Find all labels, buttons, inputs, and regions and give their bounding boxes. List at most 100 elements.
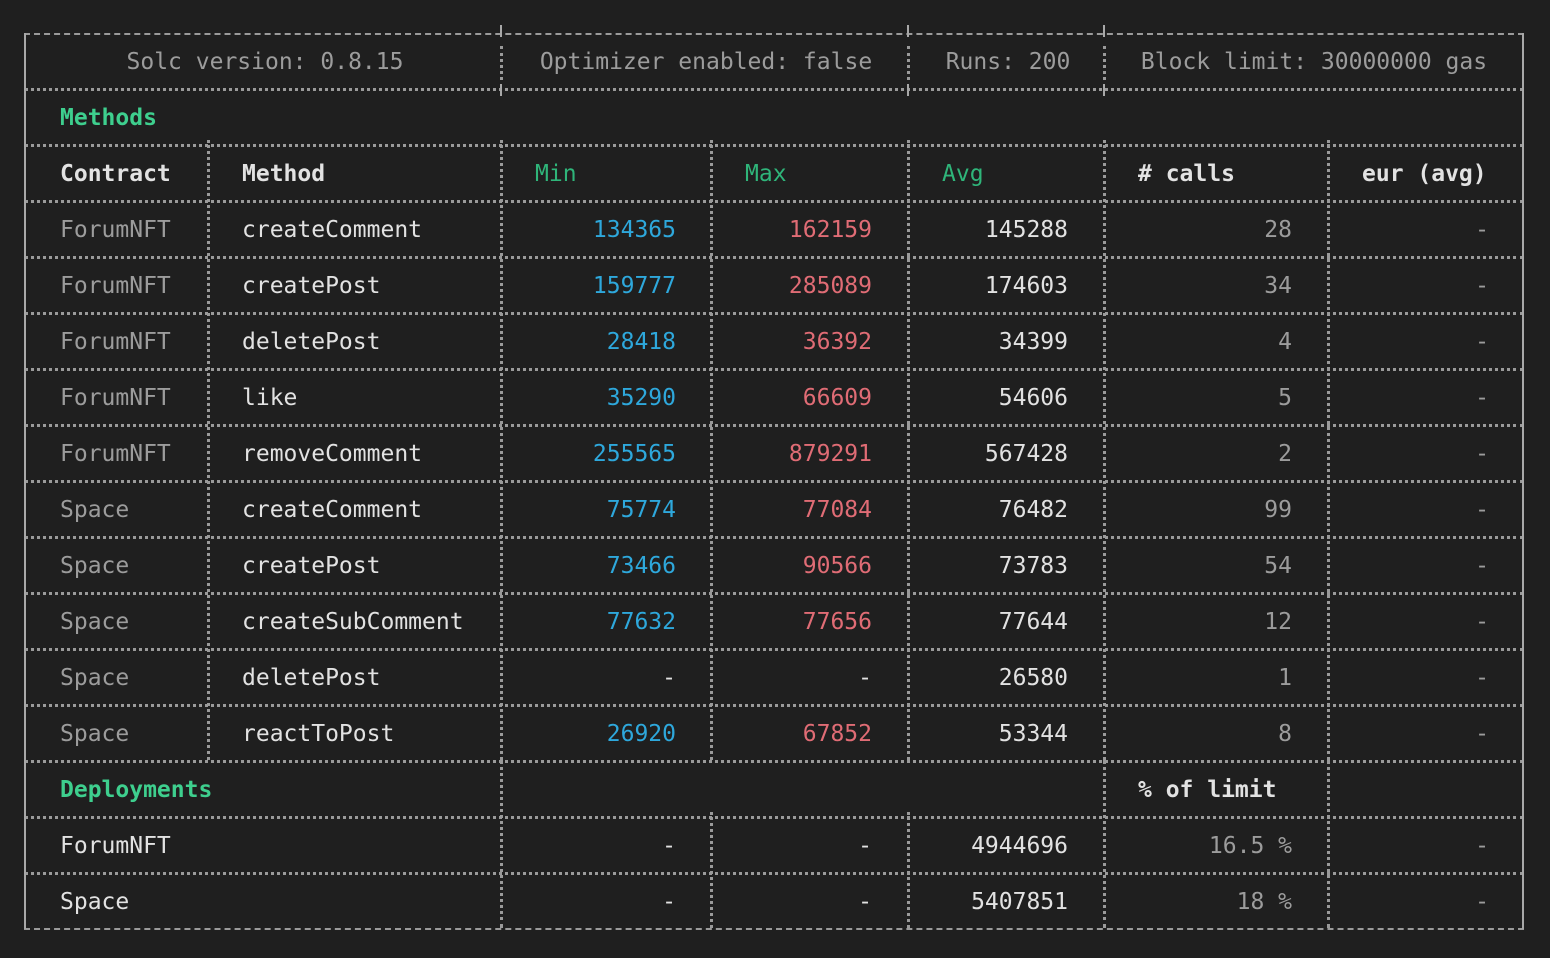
row-contract: ForumNFT bbox=[60, 385, 171, 411]
row-avg: 53344 bbox=[998, 721, 1068, 747]
column-divider bbox=[907, 812, 910, 928]
row-eur: - bbox=[1475, 497, 1489, 523]
row-min: 73466 bbox=[606, 553, 676, 579]
row-avg: 54606 bbox=[998, 385, 1068, 411]
row-min: 35290 bbox=[606, 385, 676, 411]
row-contract: ForumNFT bbox=[60, 441, 171, 467]
row-max: 162159 bbox=[788, 217, 872, 243]
block-limit: Block limit: 30000000 gas bbox=[1140, 49, 1488, 75]
deployment-percent: 16.5 % bbox=[1208, 833, 1292, 859]
row-min: 159777 bbox=[592, 273, 676, 299]
column-divider bbox=[1327, 760, 1330, 928]
column-divider bbox=[907, 140, 910, 760]
row-contract: ForumNFT bbox=[60, 329, 171, 355]
row-method: createComment bbox=[242, 497, 423, 523]
deployment-avg: 5407851 bbox=[971, 889, 1068, 915]
row-method: removeComment bbox=[242, 441, 423, 467]
row-avg: 174603 bbox=[984, 273, 1068, 299]
deployment-max: - bbox=[858, 889, 872, 915]
row-eur: - bbox=[1475, 721, 1489, 747]
row-calls: 8 bbox=[1278, 721, 1292, 747]
row-eur: - bbox=[1475, 329, 1489, 355]
table-right-border bbox=[1522, 33, 1524, 929]
row-max: 66609 bbox=[802, 385, 872, 411]
solc-version: Solc version: 0.8.15 bbox=[126, 49, 404, 75]
row-max: 77084 bbox=[802, 497, 872, 523]
column-header-max: Max bbox=[745, 161, 787, 187]
column-divider bbox=[907, 46, 910, 80]
row-min: 77632 bbox=[606, 609, 676, 635]
row-contract: Space bbox=[60, 609, 130, 635]
row-eur: - bbox=[1475, 273, 1489, 299]
row-contract: ForumNFT bbox=[60, 217, 171, 243]
row-eur: - bbox=[1475, 217, 1489, 243]
table-left-border bbox=[24, 33, 26, 929]
column-divider bbox=[207, 140, 210, 760]
row-avg: 567428 bbox=[984, 441, 1068, 467]
column-header-eur: eur (avg) bbox=[1362, 161, 1487, 187]
column-divider bbox=[1103, 140, 1106, 760]
deployment-eur: - bbox=[1475, 833, 1489, 859]
row-method: createSubComment bbox=[242, 609, 464, 635]
column-divider bbox=[500, 760, 503, 928]
deployment-min: - bbox=[662, 833, 676, 859]
row-contract: Space bbox=[60, 497, 130, 523]
deployments-section-label: Deployments bbox=[60, 777, 213, 803]
column-divider bbox=[710, 140, 713, 760]
column-divider bbox=[1103, 760, 1106, 928]
row-avg: 26580 bbox=[998, 665, 1068, 691]
deployment-percent: 18 % bbox=[1236, 889, 1292, 915]
percent-of-limit-header: % of limit bbox=[1138, 777, 1277, 803]
row-avg: 76482 bbox=[998, 497, 1068, 523]
column-divider bbox=[1103, 25, 1105, 37]
row-calls: 34 bbox=[1264, 273, 1292, 299]
row-avg: 34399 bbox=[998, 329, 1068, 355]
row-max: 879291 bbox=[788, 441, 872, 467]
deployment-contract: ForumNFT bbox=[60, 833, 171, 859]
deployment-contract: Space bbox=[60, 889, 130, 915]
column-divider bbox=[907, 25, 909, 37]
row-method: createPost bbox=[242, 273, 381, 299]
row-max: 90566 bbox=[802, 553, 872, 579]
row-max: 77656 bbox=[802, 609, 872, 635]
row-min: 75774 bbox=[606, 497, 676, 523]
row-eur: - bbox=[1475, 553, 1489, 579]
row-method: createComment bbox=[242, 217, 423, 243]
row-min: - bbox=[662, 665, 676, 691]
deployment-min: - bbox=[662, 889, 676, 915]
row-calls: 12 bbox=[1264, 609, 1292, 635]
row-calls: 2 bbox=[1278, 441, 1292, 467]
row-max: 67852 bbox=[802, 721, 872, 747]
row-calls: 4 bbox=[1278, 329, 1292, 355]
methods-section-label: Methods bbox=[60, 105, 157, 131]
row-eur: - bbox=[1475, 665, 1489, 691]
gas-report-table: Solc version: 0.8.15 Optimizer enabled: … bbox=[0, 0, 1550, 958]
row-contract: Space bbox=[60, 721, 130, 747]
column-divider bbox=[500, 46, 503, 80]
row-max: - bbox=[858, 665, 872, 691]
column-divider bbox=[1103, 84, 1105, 96]
deployment-avg: 4944696 bbox=[971, 833, 1068, 859]
column-divider bbox=[1327, 140, 1330, 760]
column-divider bbox=[500, 84, 502, 96]
row-calls: 5 bbox=[1278, 385, 1292, 411]
row-method: deletePost bbox=[242, 665, 381, 691]
column-header-calls: # calls bbox=[1138, 161, 1235, 187]
row-avg: 145288 bbox=[984, 217, 1068, 243]
row-max: 285089 bbox=[788, 273, 872, 299]
row-calls: 54 bbox=[1264, 553, 1292, 579]
row-min: 255565 bbox=[592, 441, 676, 467]
row-avg: 73783 bbox=[998, 553, 1068, 579]
column-divider bbox=[1103, 46, 1106, 80]
row-max: 36392 bbox=[802, 329, 872, 355]
column-header-method: Method bbox=[242, 161, 326, 187]
runs-count: Runs: 200 bbox=[945, 49, 1071, 75]
row-contract: ForumNFT bbox=[60, 273, 171, 299]
row-eur: - bbox=[1475, 441, 1489, 467]
row-eur: - bbox=[1475, 609, 1489, 635]
row-calls: 28 bbox=[1264, 217, 1292, 243]
row-method: createPost bbox=[242, 553, 381, 579]
column-divider bbox=[500, 140, 503, 760]
row-contract: Space bbox=[60, 553, 130, 579]
deployment-max: - bbox=[858, 833, 872, 859]
